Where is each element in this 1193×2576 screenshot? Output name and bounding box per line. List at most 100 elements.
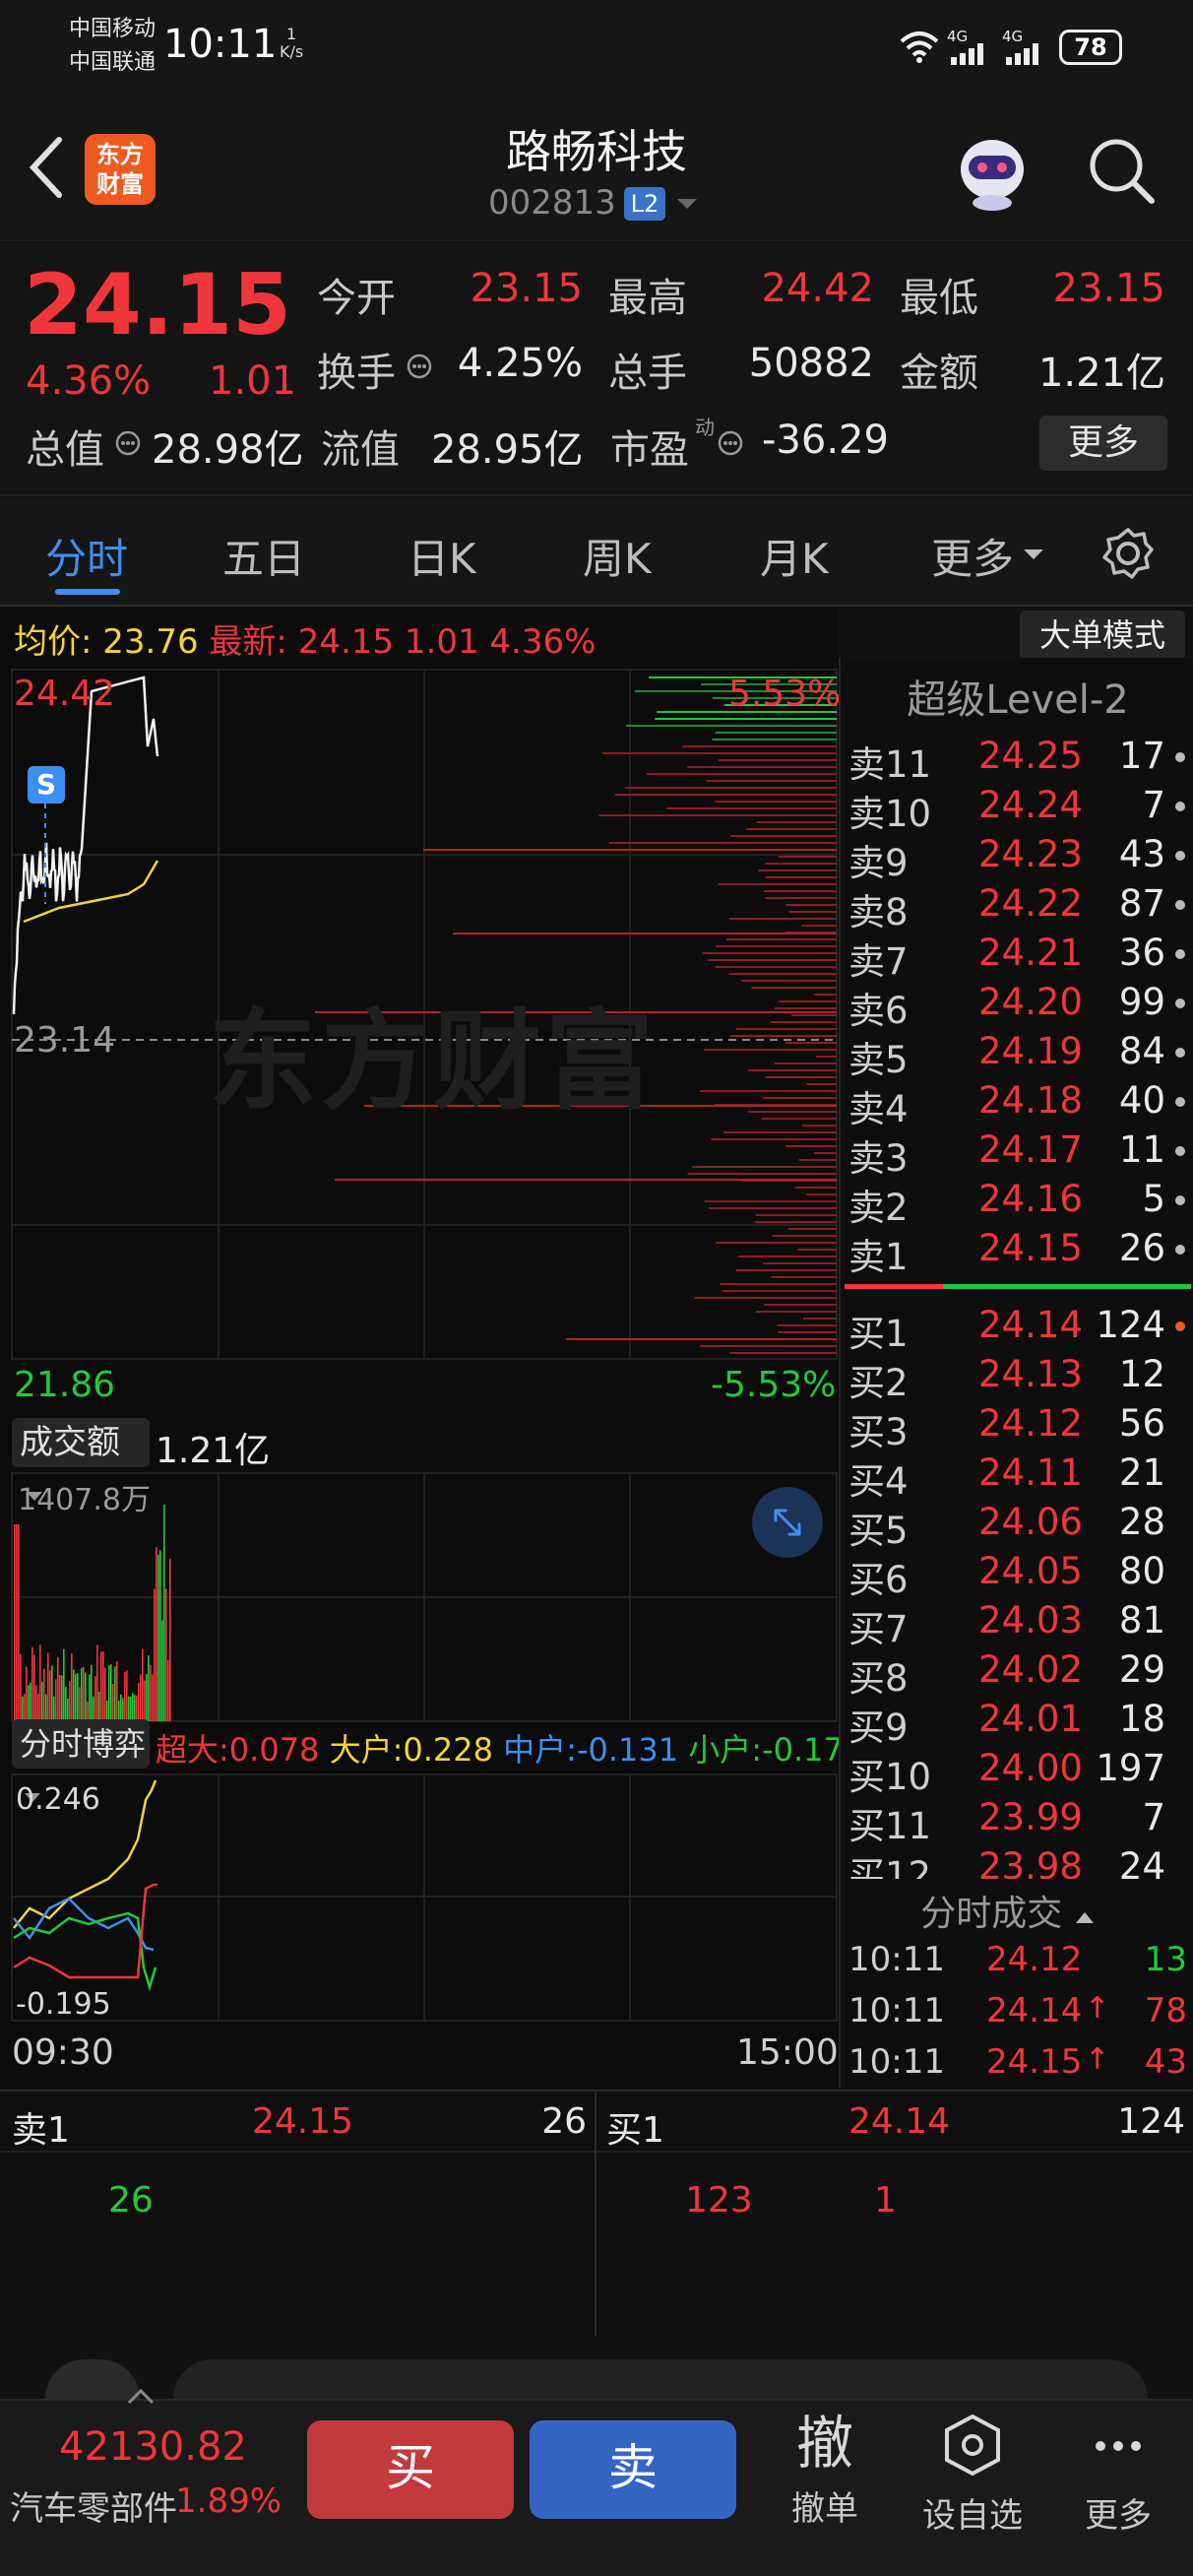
buy-level-volume: 56 bbox=[1118, 1402, 1165, 1445]
game-selector[interactable]: 分时博弈 bbox=[12, 1719, 150, 1802]
buy-level-row[interactable]: 买3 24.12 56 bbox=[841, 1398, 1193, 1453]
volume-bar bbox=[132, 1693, 134, 1721]
game-max-label: 0.246 bbox=[16, 1782, 100, 1817]
big-order-mode-button[interactable]: 大单模式 bbox=[1020, 611, 1185, 660]
info-icon[interactable] bbox=[114, 429, 142, 457]
info-icon[interactable] bbox=[406, 353, 433, 380]
volume-bar bbox=[35, 1685, 37, 1721]
pct-high-label: 5.53% bbox=[728, 674, 842, 714]
buy-button[interactable]: 买 bbox=[307, 2420, 514, 2519]
total-cap-value: 28.98亿 bbox=[152, 427, 304, 473]
buy-level-row[interactable]: 买9 24.01 18 bbox=[841, 1694, 1193, 1749]
sell-level-row[interactable]: 卖3 24.17 11 bbox=[841, 1125, 1193, 1180]
ticks-title[interactable]: 分时成交 bbox=[841, 1885, 1175, 1936]
sell-level-row[interactable]: 卖8 24.22 87 bbox=[841, 878, 1193, 934]
sell-level-row[interactable]: 卖4 24.18 40 bbox=[841, 1075, 1193, 1130]
volume-bar bbox=[161, 1620, 163, 1721]
tab-more[interactable]: 更多 bbox=[931, 526, 1014, 586]
info-icon[interactable] bbox=[717, 429, 744, 457]
spread-bar-red bbox=[845, 1284, 943, 1289]
back-icon[interactable] bbox=[26, 136, 65, 199]
add-watchlist-button[interactable]: 设自选 bbox=[913, 2413, 1032, 2537]
comment-input[interactable] bbox=[173, 2359, 1148, 2399]
gear-icon[interactable] bbox=[1100, 526, 1156, 581]
volume-bar bbox=[169, 1558, 171, 1721]
queue-buy-label: 买1 bbox=[606, 2110, 664, 2151]
sell-level-price: 24.25 bbox=[978, 735, 1083, 777]
search-icon[interactable] bbox=[1087, 136, 1158, 207]
sector-index-value[interactable]: 42130.82 bbox=[59, 2424, 247, 2470]
chevron-down-icon[interactable] bbox=[675, 195, 699, 213]
tick-row: 10:11 24.14 ↑ 78 bbox=[841, 1987, 1193, 2036]
tab-weekly-k[interactable]: 周K bbox=[583, 526, 652, 586]
sell-level-volume: 26 bbox=[1118, 1227, 1165, 1269]
more-menu-button[interactable]: 更多 bbox=[1069, 2413, 1167, 2537]
volume-bar bbox=[157, 1554, 159, 1721]
turnover-label: 换手 bbox=[317, 351, 396, 396]
signal-1-icon bbox=[951, 43, 983, 65]
tab-intraday[interactable]: 分时 bbox=[45, 526, 128, 586]
sell-level-row[interactable]: 卖7 24.21 36 bbox=[841, 928, 1193, 983]
buy-level-volume: 7 bbox=[1142, 1796, 1165, 1838]
buy-level-row[interactable]: 买4 24.11 21 bbox=[841, 1448, 1193, 1503]
tab-monthly-k[interactable]: 月K bbox=[760, 526, 829, 586]
pct-low-label: -5.53% bbox=[711, 1365, 837, 1405]
tick-row: 10:11 24.12 13 bbox=[841, 1936, 1193, 1985]
sell-button[interactable]: 卖 bbox=[530, 2420, 736, 2519]
volume-bar bbox=[81, 1667, 83, 1721]
current-price: 24.15 bbox=[24, 256, 292, 354]
volume-bar bbox=[134, 1695, 136, 1721]
high-value: 24.42 bbox=[761, 266, 874, 311]
trade-marker[interactable]: S bbox=[28, 766, 65, 804]
volume-bar bbox=[49, 1670, 51, 1721]
sell-level-volume: 11 bbox=[1118, 1128, 1165, 1171]
sell-level-row[interactable]: 卖9 24.23 43 bbox=[841, 829, 1193, 884]
sell-level-price: 24.23 bbox=[978, 833, 1083, 875]
volume-bar bbox=[167, 1659, 169, 1721]
volume-max-label: 1407.8万 bbox=[18, 1483, 151, 1517]
sell-level-volume: 87 bbox=[1118, 882, 1165, 925]
buy-level-row[interactable]: 买5 24.06 28 bbox=[841, 1497, 1193, 1552]
more-quote-button[interactable]: 更多 bbox=[1039, 416, 1167, 471]
buy-level-row[interactable]: 买6 24.05 80 bbox=[841, 1546, 1193, 1601]
sell-level-row[interactable]: 卖2 24.16 5 bbox=[841, 1174, 1193, 1229]
buy-level-row[interactable]: 买1 24.14 124 bbox=[841, 1300, 1193, 1355]
buy-level-row[interactable]: 买8 24.02 29 bbox=[841, 1644, 1193, 1700]
buy-level-row[interactable]: 买7 24.03 81 bbox=[841, 1595, 1193, 1650]
buy-level-volume: 197 bbox=[1096, 1747, 1165, 1789]
volume-bar bbox=[136, 1695, 138, 1721]
chevron-up-icon[interactable] bbox=[126, 2387, 156, 2405]
level2-badge: L2 bbox=[624, 187, 665, 221]
buy-level-row[interactable]: 买11 23.99 7 bbox=[841, 1792, 1193, 1847]
stock-name: 路畅科技 bbox=[506, 125, 687, 178]
cancel-order-button[interactable]: 撤 撤单 bbox=[778, 2411, 872, 2530]
volume-selector[interactable]: 成交额 bbox=[12, 1418, 150, 1501]
buy-level-row[interactable]: 买2 24.13 12 bbox=[841, 1349, 1193, 1404]
buy-level-price: 24.01 bbox=[978, 1698, 1083, 1740]
buy-level-volume: 124 bbox=[1096, 1304, 1165, 1346]
dot-icon bbox=[1175, 900, 1185, 910]
robot-assistant-icon[interactable] bbox=[951, 130, 1034, 213]
tab-daily-k[interactable]: 日K bbox=[408, 526, 476, 586]
tab-five-day[interactable]: 五日 bbox=[222, 526, 305, 586]
volume-bar bbox=[106, 1700, 108, 1721]
sell-level-row[interactable]: 卖1 24.15 26 bbox=[841, 1223, 1193, 1278]
amount-label: 金额 bbox=[900, 351, 978, 396]
dot-icon bbox=[1175, 1097, 1185, 1107]
expand-icon[interactable] bbox=[752, 1487, 823, 1558]
dot-icon bbox=[1175, 1321, 1185, 1331]
sell-level-row[interactable]: 卖11 24.25 17 bbox=[841, 731, 1193, 786]
volume-bar bbox=[104, 1667, 106, 1721]
sell-level-row[interactable]: 卖5 24.19 84 bbox=[841, 1026, 1193, 1081]
volume-bar bbox=[22, 1696, 24, 1721]
sell-level-row[interactable]: 卖10 24.24 7 bbox=[841, 780, 1193, 835]
buy-level-row[interactable]: 买10 24.00 197 bbox=[841, 1743, 1193, 1798]
volume-bar bbox=[148, 1655, 150, 1721]
sell-level-price: 24.21 bbox=[978, 932, 1083, 974]
sector-name[interactable]: 汽车零部件 bbox=[10, 2481, 177, 2530]
volume-bar bbox=[83, 1666, 85, 1721]
volume-bar bbox=[45, 1694, 47, 1721]
chart-svg[interactable] bbox=[0, 609, 839, 2088]
sell-level-row[interactable]: 卖6 24.20 99 bbox=[841, 977, 1193, 1032]
volume-bar bbox=[144, 1680, 146, 1721]
